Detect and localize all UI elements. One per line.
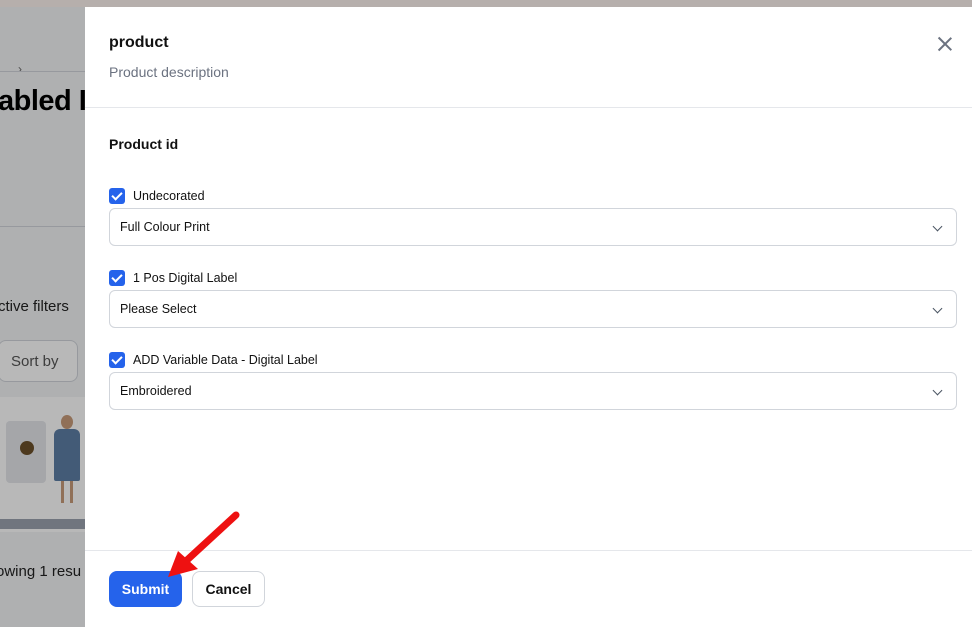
select-value: Embroidered xyxy=(120,384,192,398)
chevron-down-icon xyxy=(932,385,943,396)
variable-data-checkbox[interactable] xyxy=(109,352,125,368)
option-row-undecorated: Undecorated xyxy=(109,187,205,205)
option-label: ADD Variable Data - Digital Label xyxy=(133,353,318,367)
option-row-variable-data: ADD Variable Data - Digital Label xyxy=(109,351,318,369)
submit-button[interactable]: Submit xyxy=(109,571,182,607)
modal-title: product xyxy=(109,34,169,51)
select-value: Please Select xyxy=(120,302,197,316)
digital-label-checkbox[interactable] xyxy=(109,270,125,286)
modal-footer: Submit Cancel xyxy=(85,550,972,627)
decoration-select-3[interactable]: Embroidered xyxy=(109,372,957,410)
chevron-down-icon xyxy=(932,221,943,232)
product-id-label: Product id xyxy=(109,136,179,152)
chevron-down-icon xyxy=(932,303,943,314)
option-row-digital-label: 1 Pos Digital Label xyxy=(109,269,237,287)
modal-header: product Product description xyxy=(85,7,972,108)
decoration-select-2[interactable]: Please Select xyxy=(109,290,957,328)
option-label: 1 Pos Digital Label xyxy=(133,271,238,285)
decoration-select-1[interactable]: Full Colour Print xyxy=(109,208,957,246)
close-icon[interactable] xyxy=(935,34,955,54)
modal-description: Product description xyxy=(109,64,229,80)
undecorated-checkbox[interactable] xyxy=(109,188,125,204)
option-label: Undecorated xyxy=(133,189,205,203)
cancel-button[interactable]: Cancel xyxy=(192,571,265,607)
product-modal: product Product description Product id U… xyxy=(85,7,972,627)
select-value: Full Colour Print xyxy=(120,220,210,234)
